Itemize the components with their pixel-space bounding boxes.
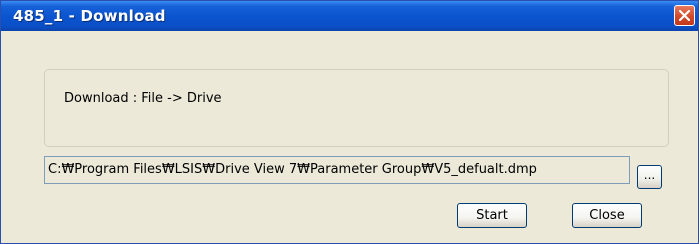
window-close-button[interactable] — [674, 5, 695, 26]
start-button[interactable]: Start — [457, 203, 527, 228]
close-icon — [679, 10, 690, 21]
dialog-body: Download : File -> Drive C:₩Program File… — [9, 31, 692, 238]
window-title: 485_1 - Download — [13, 7, 166, 25]
download-info-group: Download : File -> Drive — [44, 69, 669, 147]
title-bar[interactable]: 485_1 - Download — [1, 1, 698, 31]
browse-button[interactable]: ... — [637, 165, 662, 189]
download-direction-label: Download : File -> Drive — [64, 91, 222, 106]
file-path-field[interactable]: C:₩Program Files₩LSIS₩Drive View 7₩Param… — [44, 156, 630, 184]
close-button[interactable]: Close — [572, 203, 642, 228]
download-dialog: 485_1 - Download Download : File -> Driv… — [0, 0, 699, 244]
